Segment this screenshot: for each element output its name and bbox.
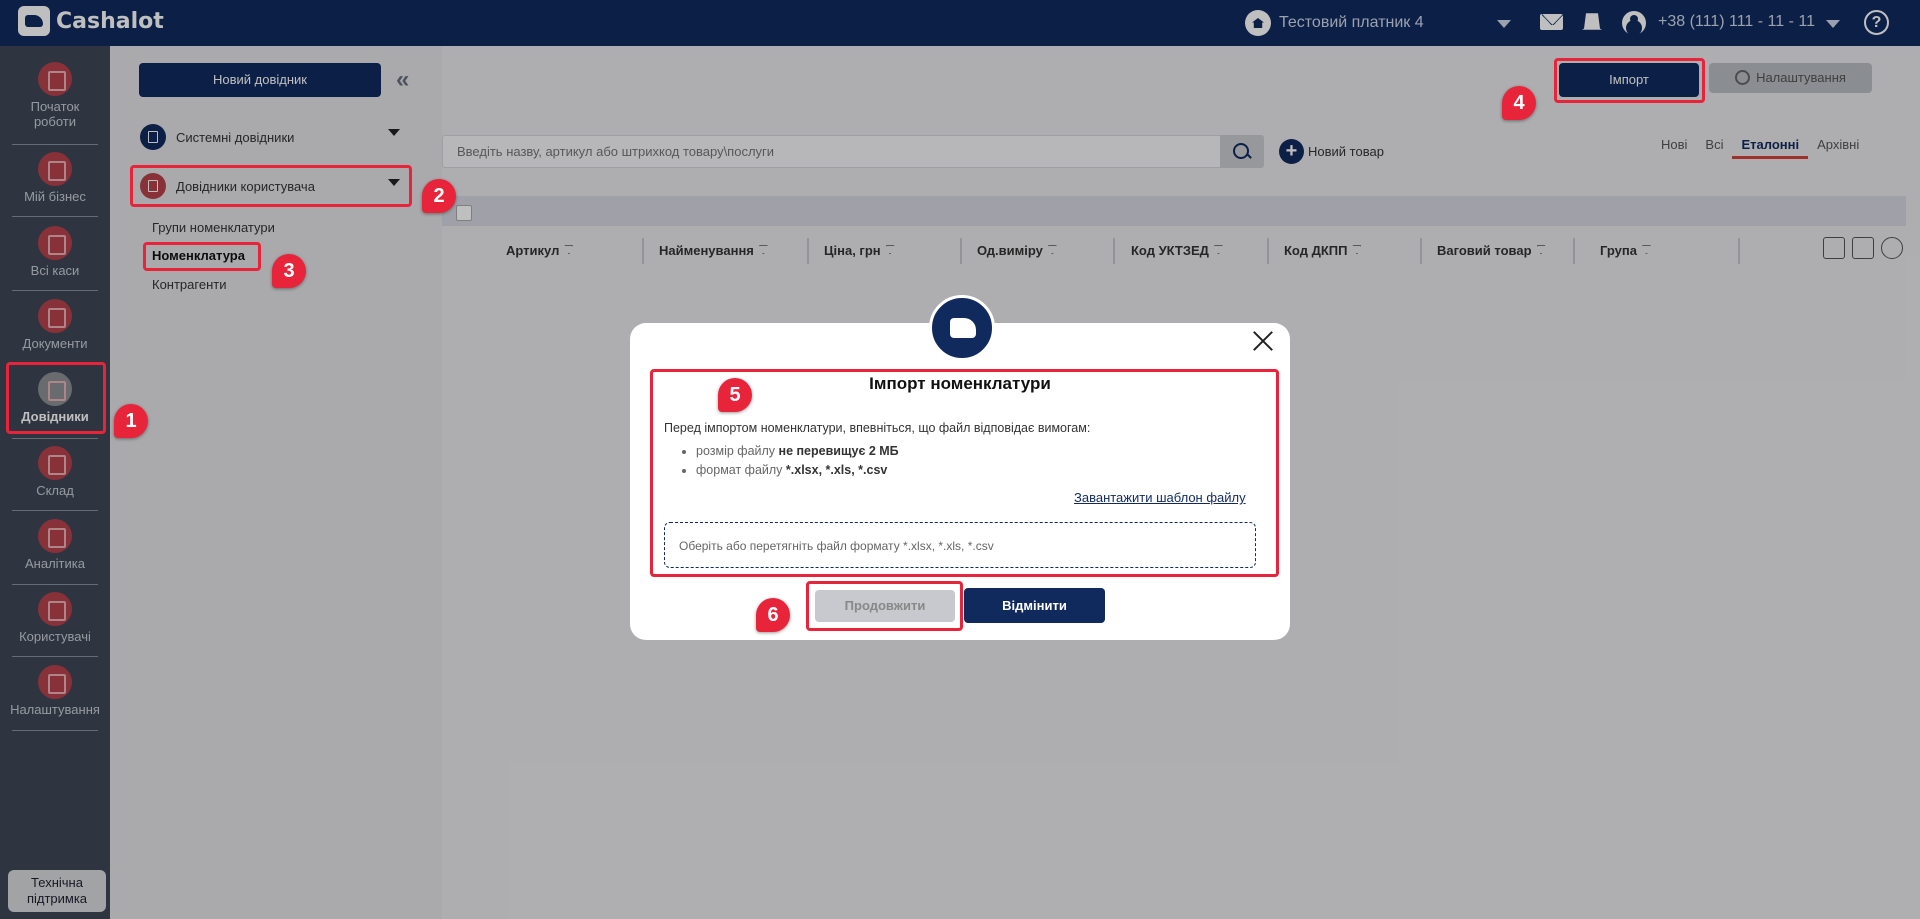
highlight-box (6, 362, 106, 434)
highlight-box (1554, 58, 1705, 103)
annotation-marker-2: 2 (422, 179, 456, 213)
annotation-marker-4: 4 (1502, 86, 1536, 120)
annotation-marker-3: 3 (272, 254, 306, 288)
annotation-marker-6: 6 (756, 598, 790, 632)
whale-logo-icon (929, 295, 995, 361)
close-icon[interactable] (1250, 328, 1276, 354)
cancel-button[interactable]: Відмінити (964, 588, 1105, 623)
highlight-box (143, 242, 261, 271)
highlight-box (806, 581, 963, 631)
annotation-marker-1: 1 (114, 404, 148, 438)
annotation-marker-5: 5 (718, 378, 752, 412)
highlight-box (130, 165, 412, 207)
